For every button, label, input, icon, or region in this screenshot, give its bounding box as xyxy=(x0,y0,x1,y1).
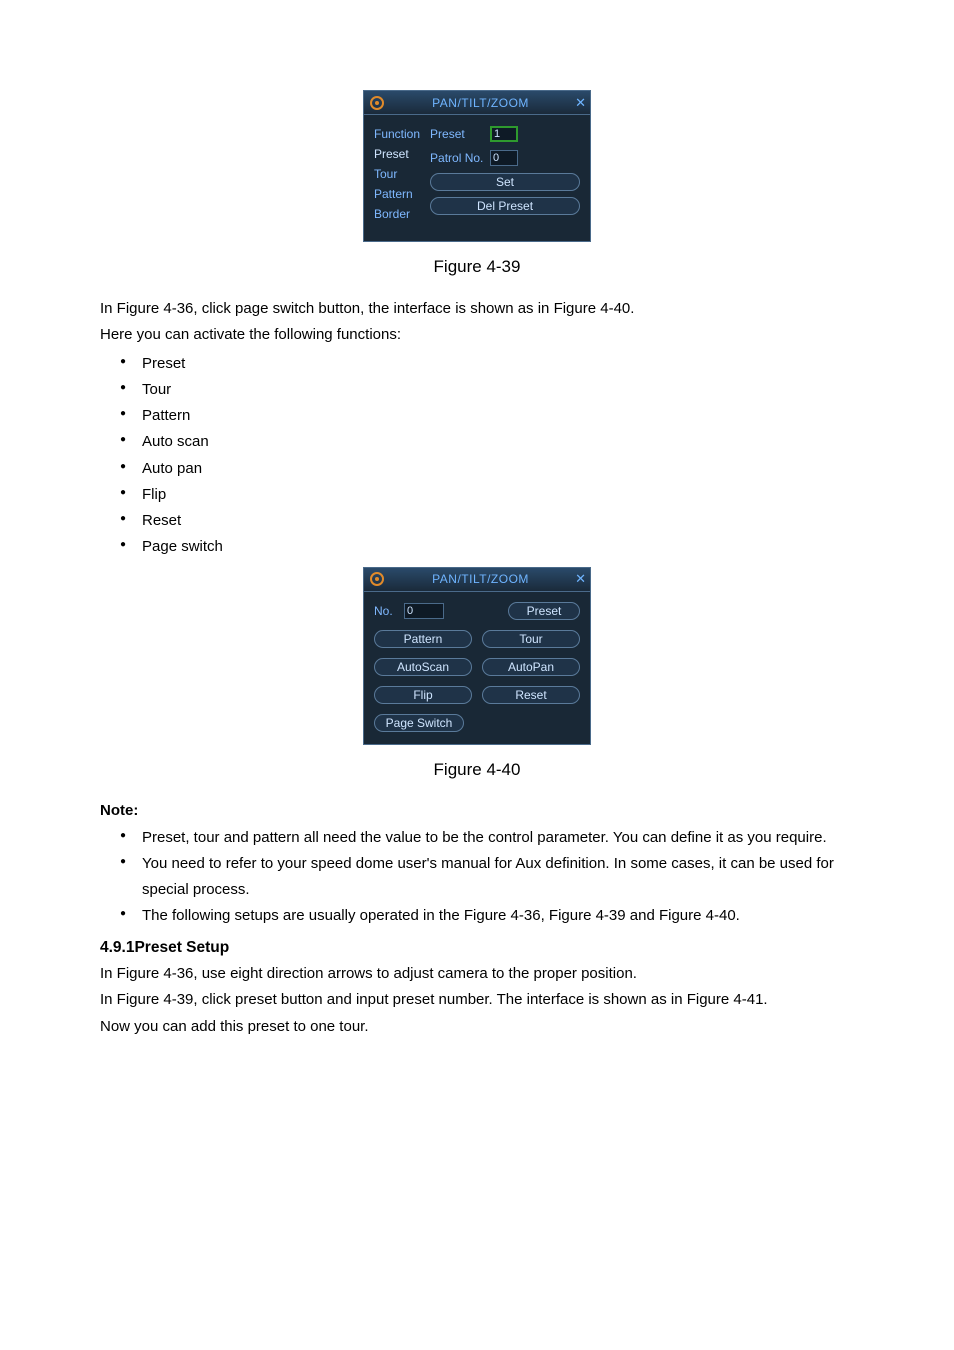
close-icon[interactable]: ✕ xyxy=(575,569,586,589)
list-item: Reset xyxy=(120,508,854,534)
intro-para-2: Here you can activate the following func… xyxy=(100,324,854,347)
function-controls: Preset Patrol No. Set Del Preset xyxy=(430,125,580,223)
app-icon xyxy=(368,94,386,112)
panel-title: PAN/TILT/ZOOM xyxy=(432,570,529,588)
list-item: Auto scan xyxy=(120,429,854,455)
panel-body: Function Preset Tour Pattern Border Pres… xyxy=(364,115,590,241)
list-item: Preset, tour and pattern all need the va… xyxy=(120,825,854,851)
pattern-button[interactable]: Pattern xyxy=(374,630,472,648)
patrol-label: Patrol No. xyxy=(430,149,486,167)
panel-title: PAN/TILT/ZOOM xyxy=(432,94,529,112)
panel-titlebar: PAN/TILT/ZOOM ✕ xyxy=(364,568,590,592)
function-item[interactable]: Function xyxy=(374,125,420,143)
section-heading: 4.9.1Preset Setup xyxy=(100,936,854,959)
list-item: Auto pan xyxy=(120,456,854,482)
list-item: The following setups are usually operate… xyxy=(120,903,854,929)
list-item: Page switch xyxy=(120,534,854,560)
autopan-button[interactable]: AutoPan xyxy=(482,658,580,676)
panel-titlebar: PAN/TILT/ZOOM ✕ xyxy=(364,91,590,115)
function-item-border[interactable]: Border xyxy=(374,205,420,223)
figure-caption-40: Figure 4-40 xyxy=(100,757,854,783)
function-item-pattern[interactable]: Pattern xyxy=(374,185,420,203)
flip-button[interactable]: Flip xyxy=(374,686,472,704)
preset-button[interactable]: Preset xyxy=(508,602,580,620)
app-icon xyxy=(368,570,386,588)
body-para: In Figure 4-36, use eight direction arro… xyxy=(100,963,854,986)
function-list: Function Preset Tour Pattern Border xyxy=(374,125,420,223)
autoscan-button[interactable]: AutoScan xyxy=(374,658,472,676)
list-item: Flip xyxy=(120,482,854,508)
reset-button[interactable]: Reset xyxy=(482,686,580,704)
preset-input[interactable] xyxy=(490,126,518,142)
ptz-panel-1: PAN/TILT/ZOOM ✕ Function Preset Tour Pat… xyxy=(363,90,591,242)
figure-caption-39: Figure 4-39 xyxy=(100,254,854,280)
list-item: Preset xyxy=(120,351,854,377)
note-heading: Note: xyxy=(100,800,854,823)
close-icon[interactable]: ✕ xyxy=(575,93,586,113)
no-label: No. xyxy=(374,602,398,620)
intro-para-1: In Figure 4-36, click page switch button… xyxy=(100,298,854,321)
body-para: In Figure 4-39, click preset button and … xyxy=(100,989,854,1012)
set-button[interactable]: Set xyxy=(430,173,580,191)
tour-button[interactable]: Tour xyxy=(482,630,580,648)
no-input[interactable] xyxy=(404,603,444,619)
body-para: Now you can add this preset to one tour. xyxy=(100,1016,854,1039)
patrol-input[interactable] xyxy=(490,150,518,166)
ptz-panel-2: PAN/TILT/ZOOM ✕ No. Preset Pattern Tour … xyxy=(363,567,591,745)
list-item: Tour xyxy=(120,377,854,403)
function-item-tour[interactable]: Tour xyxy=(374,165,420,183)
list-item: Pattern xyxy=(120,403,854,429)
panel-body: No. Preset Pattern Tour AutoScan AutoPan… xyxy=(364,592,590,744)
list-item: You need to refer to your speed dome use… xyxy=(120,851,854,904)
page-switch-button[interactable]: Page Switch xyxy=(374,714,464,732)
note-list: Preset, tour and pattern all need the va… xyxy=(100,825,854,930)
del-preset-button[interactable]: Del Preset xyxy=(430,197,580,215)
feature-list: Preset Tour Pattern Auto scan Auto pan F… xyxy=(100,351,854,561)
preset-label: Preset xyxy=(430,125,486,143)
function-item-preset[interactable]: Preset xyxy=(374,145,420,163)
